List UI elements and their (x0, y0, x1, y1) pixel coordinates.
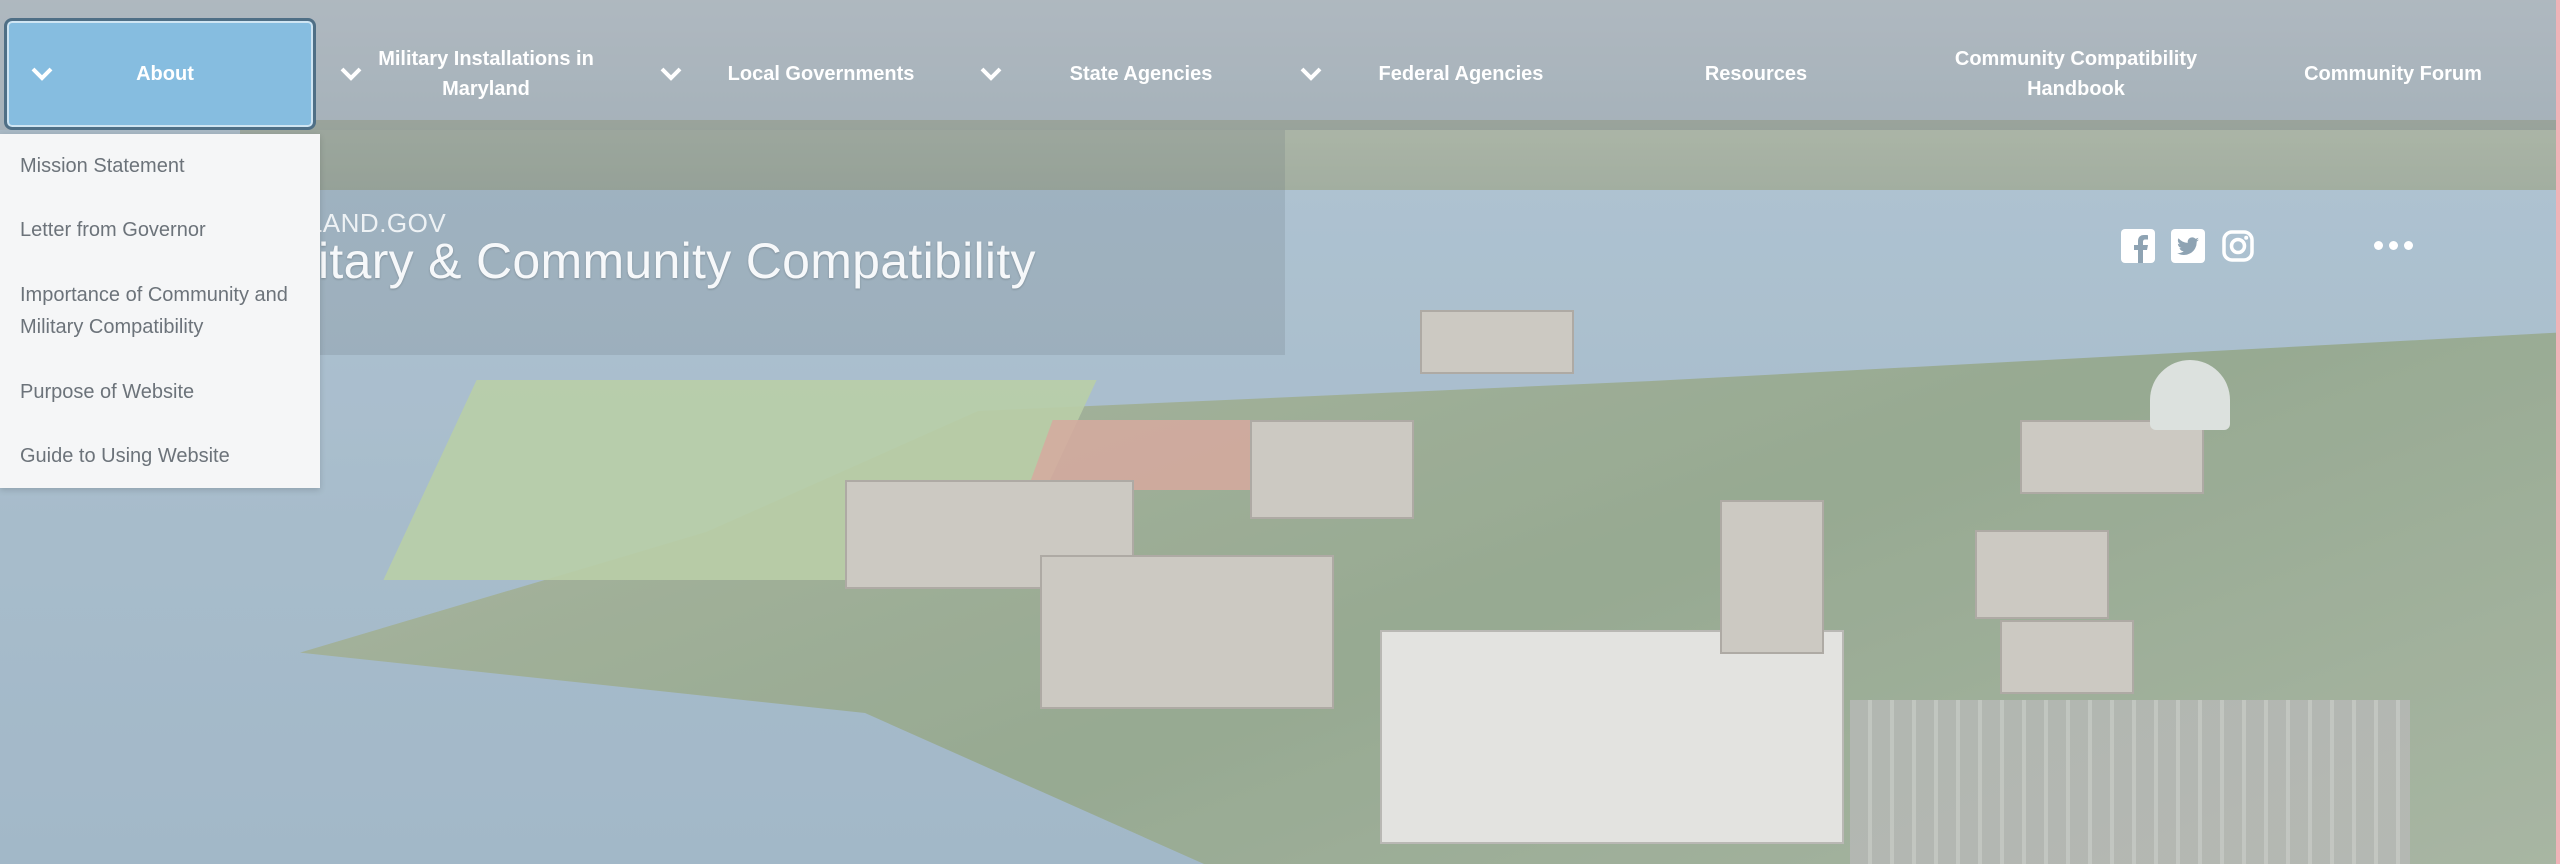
nav-label: Federal Agencies (1378, 63, 1544, 85)
dropdown-item-importance-of-compatibility[interactable]: Importance of Community and Military Com… (0, 279, 320, 343)
more-icon[interactable] (2368, 225, 2418, 265)
nav-item-about[interactable]: About (4, 18, 316, 130)
instagram-icon[interactable] (2218, 226, 2258, 266)
nav-item-community-compatibility-handbook[interactable]: Community Compatibility Handbook (1916, 20, 2236, 128)
about-dropdown-menu: Mission Statement Letter from Governor I… (0, 134, 320, 488)
page-edge (2556, 0, 2560, 864)
nav-item-military-installations[interactable]: Military Installations in Maryland (336, 20, 636, 128)
dropdown-item-purpose-of-website[interactable]: Purpose of Website (0, 376, 320, 408)
main-navigation: About Military Installations in Maryland… (0, 0, 2560, 134)
nav-label: Military Installations in Maryland (378, 48, 594, 100)
nav-item-local-governments[interactable]: Local Governments (656, 20, 956, 128)
dropdown-item-mission-statement[interactable]: Mission Statement (0, 150, 320, 182)
site-title[interactable]: itary & Community Compatibility (318, 232, 1036, 290)
chevron-down-icon (656, 59, 686, 89)
nav-label: Community Forum (2304, 63, 2482, 85)
chevron-down-icon (27, 59, 57, 89)
nav-label: About (136, 63, 194, 85)
facebook-icon[interactable] (2118, 226, 2158, 266)
chevron-down-icon (1296, 59, 1326, 89)
chevron-down-icon (336, 59, 366, 89)
social-links (2118, 226, 2258, 266)
nav-label: Resources (1704, 63, 1808, 85)
nav-label: State Agencies (1069, 63, 1213, 85)
nav-item-community-forum[interactable]: Community Forum (2240, 20, 2546, 128)
nav-label: Community Compatibility Handbook (1954, 48, 2198, 100)
nav-item-resources[interactable]: Resources (1616, 20, 1896, 128)
nav-item-federal-agencies[interactable]: Federal Agencies (1296, 20, 1596, 128)
nav-label: Local Governments (727, 63, 915, 85)
dropdown-item-letter-from-governor[interactable]: Letter from Governor (0, 214, 320, 246)
twitter-icon[interactable] (2168, 226, 2208, 266)
nav-item-state-agencies[interactable]: State Agencies (976, 20, 1276, 128)
dropdown-item-guide-to-using-website[interactable]: Guide to Using Website (0, 440, 320, 472)
chevron-down-icon (976, 59, 1006, 89)
